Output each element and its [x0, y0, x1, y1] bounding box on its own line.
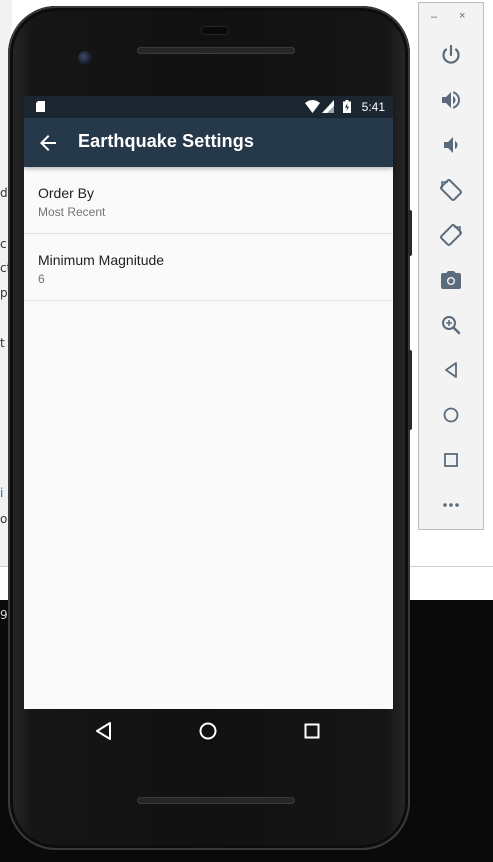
- preference-minimum-magnitude[interactable]: Minimum Magnitude 6: [24, 234, 393, 301]
- camera-icon[interactable]: [439, 268, 463, 292]
- side-button: [408, 210, 412, 256]
- battery-charging-icon: [343, 100, 351, 113]
- bottom-speaker: [137, 797, 295, 804]
- emulator-control-panel: – ×: [418, 2, 484, 530]
- status-time: 5:41: [361, 100, 385, 114]
- power-icon[interactable]: [439, 43, 463, 67]
- desktop-text-fragment: 9: [0, 608, 8, 622]
- arrow-back-icon[interactable]: [36, 131, 60, 155]
- back-triangle-icon[interactable]: [92, 719, 116, 743]
- status-bar: 5:41: [24, 96, 393, 118]
- preference-summary: 6: [38, 272, 45, 286]
- preference-order-by[interactable]: Order By Most Recent: [24, 167, 393, 234]
- panel-titlebar: – ×: [419, 3, 483, 31]
- desktop-text-fragment: t: [0, 336, 5, 350]
- desktop-text-fragment: d: [0, 186, 8, 200]
- app-toolbar: Earthquake Settings: [24, 118, 393, 167]
- minimize-button[interactable]: –: [431, 11, 437, 23]
- zoom-icon[interactable]: [439, 313, 463, 337]
- page-title: Earthquake Settings: [78, 131, 254, 151]
- preference-summary: Most Recent: [38, 205, 106, 219]
- desktop-text-fragment: o: [0, 512, 8, 526]
- front-camera: [78, 51, 92, 65]
- side-button: [408, 350, 412, 430]
- rotate-left-icon[interactable]: [439, 178, 463, 202]
- rotate-right-icon[interactable]: [439, 223, 463, 247]
- desktop-text-fragment: i: [0, 486, 4, 500]
- desktop-text-fragment: c: [0, 237, 7, 251]
- preference-title: Order By: [38, 185, 95, 201]
- back-icon[interactable]: [439, 358, 463, 382]
- navigation-bar: [24, 709, 393, 753]
- signal-icon: [322, 100, 334, 113]
- preference-title: Minimum Magnitude: [38, 252, 165, 268]
- volume-down-icon[interactable]: [439, 133, 463, 157]
- overview-square-icon[interactable]: [300, 719, 324, 743]
- close-button[interactable]: ×: [459, 10, 465, 22]
- top-speaker: [137, 47, 295, 54]
- more-icon[interactable]: [439, 493, 463, 517]
- volume-up-icon[interactable]: [439, 88, 463, 112]
- device-screen: 5:41 Earthquake Settings Order By Most R…: [24, 96, 393, 709]
- earpiece: [201, 26, 229, 35]
- wifi-icon: [305, 100, 320, 113]
- overview-icon[interactable]: [439, 448, 463, 472]
- home-circle-icon[interactable]: [196, 719, 220, 743]
- home-icon[interactable]: [439, 403, 463, 427]
- sd-card-icon: [36, 101, 45, 112]
